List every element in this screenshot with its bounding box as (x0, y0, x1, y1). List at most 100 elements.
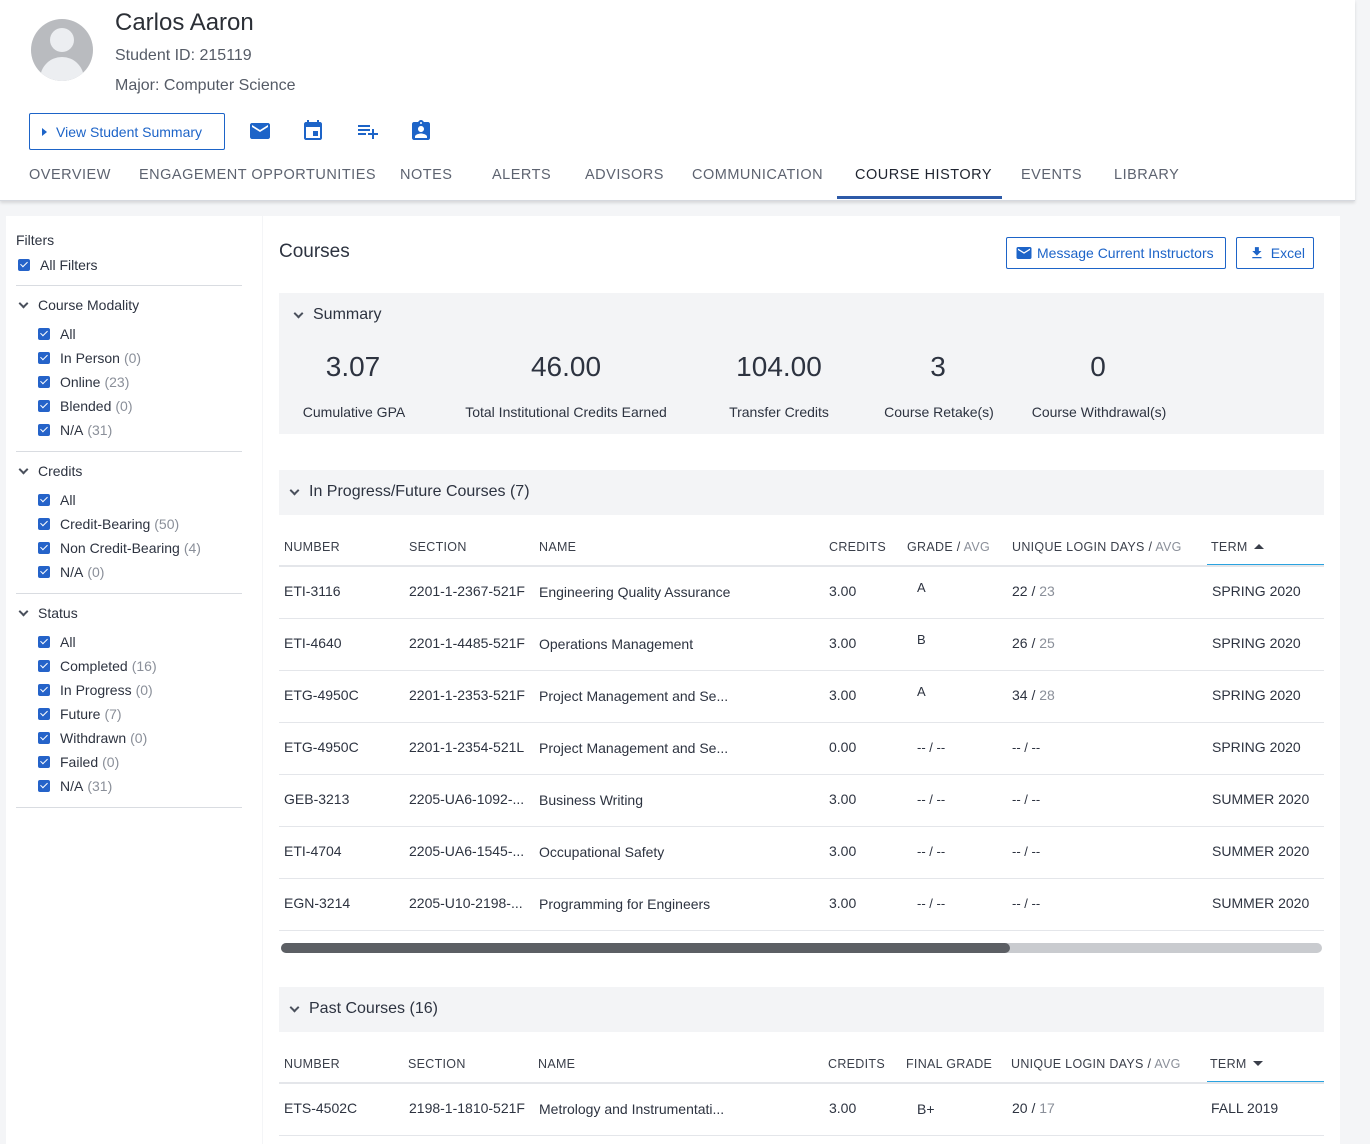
column-header-number[interactable]: NUMBER (284, 540, 340, 554)
column-header-login-days[interactable]: UNIQUE LOGIN DAYS / AVG (1011, 1057, 1181, 1071)
filter-item[interactable]: All (38, 326, 76, 342)
filter-item[interactable]: N/A (0) (38, 564, 104, 580)
cell-credits: 3.00 (829, 583, 857, 599)
cell-name[interactable]: Project Management and Se... (539, 688, 728, 704)
checkbox-checked-icon[interactable] (38, 518, 50, 530)
filter-group-credits[interactable]: Credits (18, 463, 82, 479)
cell-name[interactable]: Project Management and Se... (539, 740, 728, 756)
cell-name[interactable]: Occupational Safety (539, 844, 664, 860)
filter-item[interactable]: Blended (0) (38, 398, 133, 414)
cell-login-days: 20 / 17 (1012, 1100, 1055, 1116)
cell-name[interactable]: Operations Management (539, 636, 693, 652)
checkbox-checked-icon[interactable] (38, 494, 50, 506)
cell-name[interactable]: Metrology and Instrumentati... (539, 1101, 724, 1117)
column-header-section[interactable]: SECTION (408, 1057, 466, 1071)
filter-item[interactable]: Completed (16) (38, 658, 157, 674)
column-header-number[interactable]: NUMBER (284, 1057, 340, 1071)
filter-group-course-modality[interactable]: Course Modality (18, 297, 139, 313)
checkbox-checked-icon[interactable] (38, 376, 50, 388)
column-header-credits[interactable]: CREDITS (828, 1057, 885, 1071)
checkbox-checked-icon[interactable] (38, 542, 50, 554)
cell-name[interactable]: Programming for Engineers (539, 896, 710, 912)
message-current-instructors-button[interactable]: Message Current Instructors (1006, 237, 1226, 269)
column-header-section[interactable]: SECTION (409, 540, 467, 554)
cell-login-days: -- / -- (1012, 844, 1041, 859)
tab-overview[interactable]: OVERVIEW (29, 156, 111, 200)
metric-label: Course Withdrawal(s) (1031, 404, 1167, 420)
student-id: Student ID: 215119 (115, 47, 252, 64)
checkbox-checked-icon[interactable] (38, 732, 50, 744)
filter-item[interactable]: In Person (0) (38, 350, 141, 366)
column-header-credits[interactable]: CREDITS (829, 540, 886, 554)
filter-item[interactable]: Future (7) (38, 706, 122, 722)
summary-toggle[interactable]: Summary (293, 306, 381, 324)
cell-section: 2205-UA6-1545-... (409, 843, 525, 859)
filter-label: Future (60, 706, 101, 722)
past-courses-toggle[interactable]: Past Courses (16) (289, 1000, 438, 1018)
calendar-icon[interactable] (301, 119, 325, 143)
filter-group-status[interactable]: Status (18, 605, 78, 621)
tab-notes[interactable]: NOTES (400, 156, 452, 200)
cell-name[interactable]: Business Writing (539, 792, 643, 808)
tab-alerts[interactable]: ALERTS (492, 156, 551, 200)
column-header-login-days[interactable]: UNIQUE LOGIN DAYS / AVG (1012, 540, 1182, 554)
assignment-ind-icon[interactable] (409, 119, 433, 143)
tab-course-history[interactable]: COURSE HISTORY (855, 156, 992, 200)
cell-number: ETI-4640 (284, 635, 342, 651)
column-header-name[interactable]: NAME (538, 1057, 575, 1071)
checkbox-checked-icon[interactable] (18, 259, 30, 271)
filter-label: All (60, 326, 76, 342)
cell-term: SPRING 2020 (1212, 583, 1301, 599)
filter-item[interactable]: Online (23) (38, 374, 129, 390)
value-separator: / (1031, 1100, 1036, 1116)
checkbox-checked-icon[interactable] (38, 566, 50, 578)
cell-name[interactable]: Engineering Quality Assurance (539, 584, 730, 600)
scrollbar-thumb[interactable] (281, 943, 1010, 953)
tab-advisors[interactable]: ADVISORS (585, 156, 664, 200)
in-progress-toggle[interactable]: In Progress/Future Courses (7) (289, 483, 530, 501)
filter-item[interactable]: N/A (31) (38, 422, 112, 438)
filter-item[interactable]: Credit-Bearing (50) (38, 516, 179, 532)
filter-item[interactable]: Failed (0) (38, 754, 119, 770)
checkbox-checked-icon[interactable] (38, 684, 50, 696)
filter-item[interactable]: In Progress (0) (38, 682, 153, 698)
filter-item[interactable]: Withdrawn (0) (38, 730, 147, 746)
checkbox-checked-icon[interactable] (38, 328, 50, 340)
filter-item[interactable]: N/A (31) (38, 778, 112, 794)
column-header-final-grade[interactable]: FINAL GRADE (906, 1057, 992, 1071)
checkbox-checked-icon[interactable] (38, 660, 50, 672)
column-header-term[interactable]: TERM (1211, 540, 1264, 554)
filter-label: In Person (60, 350, 120, 366)
checkbox-checked-icon[interactable] (38, 424, 50, 436)
column-header-grade[interactable]: GRADE / AVG (907, 540, 990, 554)
tab-library[interactable]: LIBRARY (1114, 156, 1179, 200)
checkbox-checked-icon[interactable] (38, 636, 50, 648)
cell-number: ETI-3116 (284, 583, 341, 599)
horizontal-scrollbar[interactable] (281, 943, 1322, 953)
tab-engagement-opportunities[interactable]: ENGAGEMENT OPPORTUNITIES (139, 156, 376, 200)
mail-icon[interactable] (248, 119, 272, 143)
cell-login-days: -- / -- (1012, 792, 1041, 807)
checkbox-checked-icon[interactable] (38, 400, 50, 412)
filter-item[interactable]: Non Credit-Bearing (4) (38, 540, 201, 556)
filter-item[interactable]: All (38, 634, 76, 650)
checkbox-checked-icon[interactable] (38, 708, 50, 720)
sort-descending-icon (1252, 1061, 1263, 1066)
tab-events[interactable]: EVENTS (1021, 156, 1082, 200)
filter-all-filters[interactable]: All Filters (18, 257, 98, 273)
column-header-term[interactable]: TERM (1210, 1057, 1263, 1071)
term-header-label: TERM (1210, 1057, 1247, 1071)
checkbox-checked-icon[interactable] (38, 352, 50, 364)
header-separator: / (1147, 1057, 1152, 1071)
checkbox-checked-icon[interactable] (38, 780, 50, 792)
filter-item[interactable]: All (38, 492, 76, 508)
mail-icon (1016, 247, 1032, 259)
column-header-name[interactable]: NAME (539, 540, 576, 554)
view-student-summary-button[interactable]: View Student Summary (29, 113, 225, 150)
row-divider (279, 774, 1324, 775)
excel-export-button[interactable]: Excel (1236, 237, 1314, 269)
playlist-add-icon[interactable] (356, 119, 380, 143)
chevron-down-icon (18, 298, 29, 308)
tab-communication[interactable]: COMMUNICATION (692, 156, 823, 200)
checkbox-checked-icon[interactable] (38, 756, 50, 768)
